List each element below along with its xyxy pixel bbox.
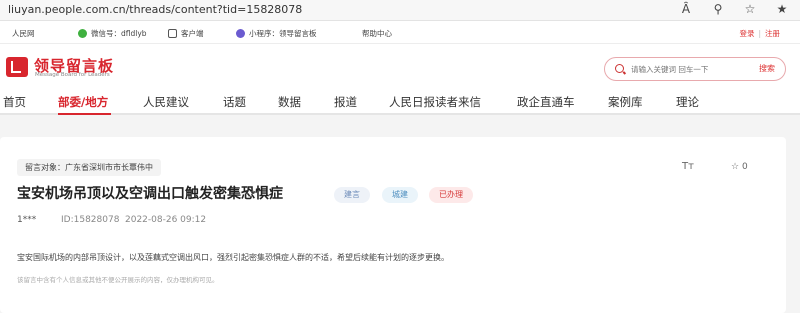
favorite-add-icon[interactable]: ☆ — [742, 2, 758, 16]
main-nav: 首页 部委/地方 人民建议 话题 数据 报道 人民日报读者来信 政企直通车 案例… — [0, 89, 800, 115]
miniprogram-label: 小程序：领导留言板 — [249, 29, 317, 38]
miniprogram-link[interactable]: 小程序：领导留言板 — [236, 28, 317, 39]
nav-reports[interactable]: 报道 — [334, 94, 357, 110]
search-input[interactable] — [631, 61, 751, 77]
wechat-icon — [78, 29, 87, 38]
help-link[interactable]: 帮助中心 — [362, 28, 392, 39]
thread-target: 留言对象：广东省深圳市市长覃伟中 — [17, 159, 161, 176]
star-icon: ☆ — [731, 162, 740, 172]
search-icon — [615, 64, 624, 73]
login-link[interactable]: 登录 — [739, 29, 754, 38]
nav-enterprise-express[interactable]: 政企直通车 — [517, 94, 575, 110]
address-url[interactable]: liuyan.people.com.cn/threads/content?tid… — [8, 3, 302, 16]
miniprogram-icon — [236, 29, 245, 38]
search-box: 搜索 — [604, 57, 786, 81]
wechat-label: 微信号：dfldlyb — [91, 29, 147, 38]
nav-readers-letters[interactable]: 人民日报读者来信 — [389, 94, 481, 110]
client-label: 客户端 — [181, 29, 204, 38]
client-link[interactable]: 客户端 — [168, 28, 204, 39]
logo-subtitle: Message Board for Leaders — [35, 72, 110, 78]
nav-topics[interactable]: 话题 — [223, 94, 246, 110]
thread-id: ID:15828078 — [61, 215, 120, 225]
read-aloud-icon[interactable]: Ȃ — [678, 2, 694, 16]
nav-people-suggestions[interactable]: 人民建议 — [143, 94, 189, 110]
favorite-button[interactable]: ☆ 0 — [731, 162, 748, 172]
browser-toolbar-icons: Ȃ ⚲ ☆ ★ — [678, 2, 790, 16]
auth-links: 登录 | 注册 — [739, 28, 780, 39]
nav-case-library[interactable]: 案例库 — [608, 94, 643, 110]
phone-icon — [168, 29, 177, 38]
privacy-notice: 该留言中含有个人信息或其他不便公开展示的内容，仅办理机构可见。 — [17, 276, 219, 284]
top-utility-bar: 人民网 微信号：dfldlyb 客户端 小程序：领导留言板 帮助中心 登录 | 注册 — [0, 22, 800, 44]
nav-data[interactable]: 数据 — [278, 94, 301, 110]
header: 领导留言板 Message Board for Leaders 搜索 — [0, 45, 800, 87]
wechat-link[interactable]: 微信号：dfldlyb — [78, 28, 147, 39]
favorites-icon[interactable]: ★ — [774, 2, 790, 16]
status-badge: 已办理 — [429, 187, 473, 203]
register-link[interactable]: 注册 — [765, 29, 780, 38]
site-link[interactable]: 人民网 — [12, 28, 35, 39]
search-button[interactable]: 搜索 — [759, 63, 775, 74]
nav-ministries-local[interactable]: 部委/地方 — [58, 94, 108, 110]
tag-urban-construction: 城建 — [382, 187, 418, 203]
logo-icon[interactable] — [6, 57, 28, 77]
browser-address-bar[interactable]: liuyan.people.com.cn/threads/content?tid… — [0, 0, 800, 21]
thread-user: 1*** — [17, 215, 37, 225]
auth-separator: | — [758, 29, 761, 38]
font-size-icon[interactable]: Tт — [682, 161, 694, 172]
thread-date: 2022-08-26 09:12 — [125, 215, 207, 225]
nav-home[interactable]: 首页 — [3, 94, 26, 110]
nav-theory[interactable]: 理论 — [676, 94, 699, 110]
zoom-icon[interactable]: ⚲ — [710, 2, 726, 16]
tag-suggestion: 建言 — [334, 187, 370, 203]
thread-title: 宝安机场吊顶以及空调出口触发密集恐惧症 — [17, 186, 283, 202]
thread-content: 宝安国际机场的内部吊顶设计，以及莲藕式空调出风口，强烈引起密集恐惧症人群的不适，… — [17, 253, 449, 262]
favorite-count: 0 — [741, 162, 748, 172]
